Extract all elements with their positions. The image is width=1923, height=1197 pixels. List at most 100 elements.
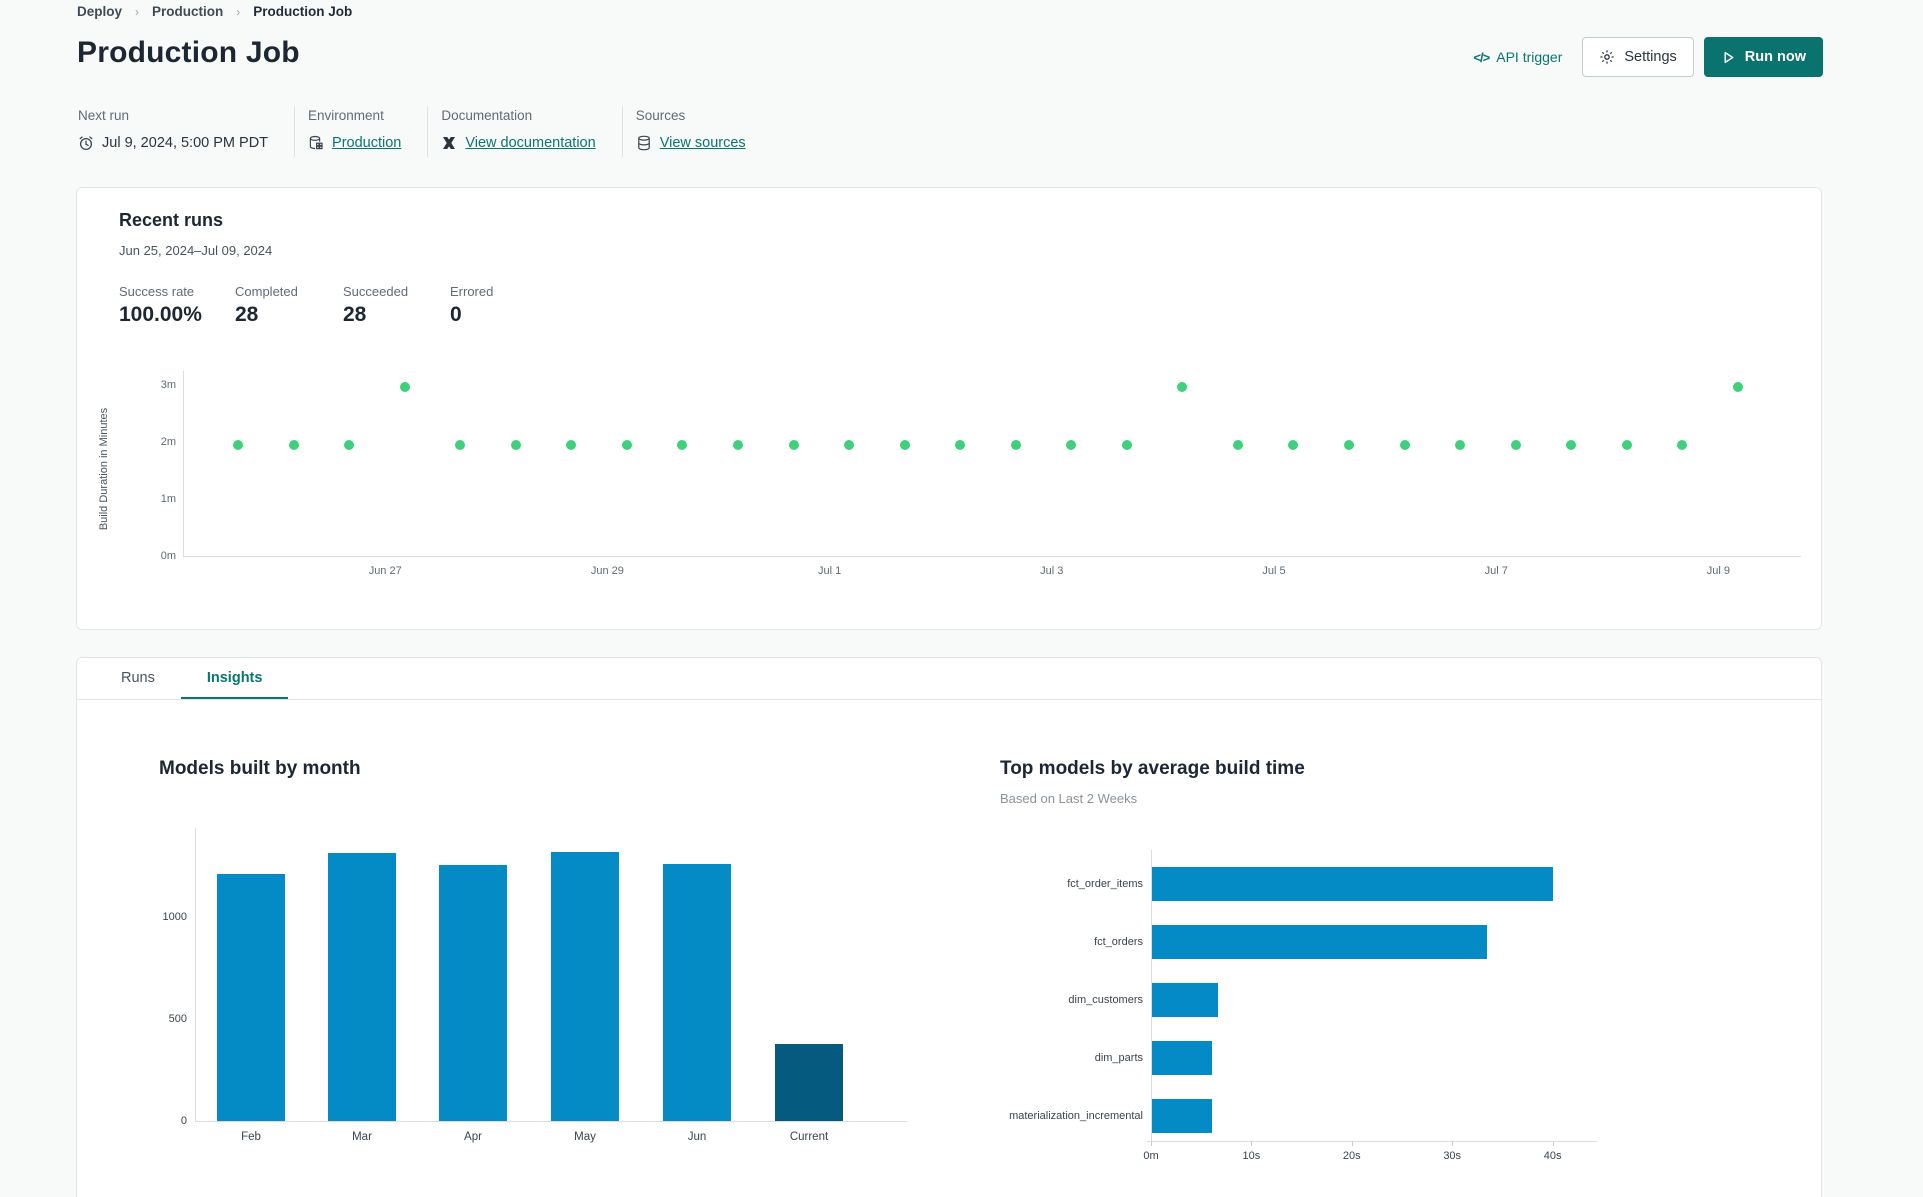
y-tick-label: 0m bbox=[160, 550, 176, 562]
info-environment: Environment Production bbox=[294, 106, 427, 157]
breadcrumb-item-production[interactable]: Production bbox=[152, 4, 223, 19]
build-duration-scatter-chart: Build Duration in Minutes 3m 2m 1m 0m Jun 27… bbox=[77, 371, 1821, 591]
tab-row: Runs Insights bbox=[77, 658, 1821, 700]
scatter-point bbox=[399, 381, 410, 392]
hbar-category-label: materialization_incremental bbox=[1009, 1110, 1143, 1122]
run-now-button[interactable]: Run now bbox=[1703, 37, 1823, 77]
run-now-label: Run now bbox=[1744, 49, 1806, 65]
scatter-point bbox=[1344, 440, 1354, 450]
x-tick-label: Jul 9 bbox=[1706, 565, 1731, 577]
breadcrumb-chevron-icon: › bbox=[236, 4, 241, 19]
database-icon bbox=[636, 135, 652, 151]
stat-label: Succeeded bbox=[343, 284, 409, 299]
info-documentation: Documentation View documentation bbox=[427, 106, 621, 157]
bar-current bbox=[775, 1044, 843, 1121]
scatter-point bbox=[1677, 440, 1688, 450]
x-axis-line bbox=[1147, 1141, 1597, 1142]
scatter-point bbox=[1566, 440, 1577, 450]
bar-dim_customers bbox=[1152, 983, 1219, 1017]
next-run-value: Jul 9, 2024, 5:00 PM PDT bbox=[102, 135, 269, 151]
x-tick-mark bbox=[1251, 1141, 1253, 1146]
x-axis-line bbox=[195, 1121, 907, 1122]
x-category-label: Feb bbox=[241, 1131, 261, 1143]
y-axis-line bbox=[195, 828, 196, 1121]
scatter-point bbox=[1455, 440, 1466, 450]
x-category-label: Mar bbox=[352, 1131, 372, 1143]
settings-button[interactable]: Settings bbox=[1582, 37, 1694, 77]
x-category-label: Jun bbox=[687, 1131, 707, 1143]
hbar-category-label: fct_orders bbox=[1094, 936, 1143, 948]
stat-label: Completed bbox=[235, 284, 298, 299]
bar-fct_orders bbox=[1152, 925, 1488, 959]
x-tick-label: Jul 1 bbox=[817, 565, 842, 577]
page: Deploy › Production › Production Job Product… bbox=[0, 0, 1923, 1197]
x-tick-label: 40s bbox=[1543, 1150, 1562, 1162]
x-tick-label: Jul 3 bbox=[1040, 565, 1064, 577]
x-tick-mark bbox=[1351, 1141, 1353, 1146]
scatter-point bbox=[510, 440, 521, 450]
y-tick-label: 3m bbox=[160, 379, 176, 392]
x-axis-line bbox=[183, 556, 1801, 557]
bar-materialization_incremental bbox=[1152, 1099, 1213, 1133]
job-info-row: Next run Jul 9, 2024, 5:00 PM PDT Enviro… bbox=[78, 106, 772, 157]
scatter-point bbox=[732, 440, 743, 450]
y-tick-label: 1000 bbox=[162, 910, 187, 923]
info-sources: Sources View sources bbox=[621, 106, 772, 157]
api-trigger-label: API trigger bbox=[1496, 49, 1563, 65]
page-title: Production Job bbox=[77, 36, 300, 69]
breadcrumb-chevron-icon: › bbox=[135, 4, 140, 19]
models-built-chart-title: Models built by month bbox=[159, 758, 361, 779]
bar-feb bbox=[217, 873, 285, 1121]
tab-insights[interactable]: Insights bbox=[180, 658, 289, 699]
tab-runs[interactable]: Runs bbox=[95, 658, 181, 699]
x-tick-label: Jun 29 bbox=[590, 565, 624, 577]
gear-icon bbox=[1599, 49, 1615, 65]
stat-value: 28 bbox=[235, 303, 259, 326]
y-tick-label: 500 bbox=[168, 1012, 187, 1025]
stat-completed: Completed 28 bbox=[235, 284, 343, 327]
recent-runs-title: Recent runs bbox=[119, 210, 224, 230]
view-sources-link[interactable]: View sources bbox=[660, 135, 746, 151]
view-documentation-link[interactable]: View documentation bbox=[465, 135, 595, 151]
y-tick-label: 1m bbox=[160, 493, 176, 506]
scatter-point bbox=[1177, 381, 1188, 392]
top-models-chart-title: Top models by average build time bbox=[1000, 758, 1305, 779]
docs-icon bbox=[441, 135, 457, 151]
info-label: Documentation bbox=[441, 108, 533, 123]
stat-value: 100.00% bbox=[119, 303, 202, 326]
breadcrumb: Deploy › Production › Production Job bbox=[77, 4, 352, 19]
scatter-point bbox=[1232, 440, 1243, 450]
scatter-point bbox=[1010, 440, 1021, 450]
x-tick-label: 20s bbox=[1342, 1150, 1361, 1162]
x-category-label: May bbox=[574, 1131, 596, 1143]
stat-label: Success rate bbox=[119, 284, 195, 299]
x-category-label: Current bbox=[789, 1131, 829, 1143]
stat-succeeded: Succeeded 28 bbox=[343, 284, 450, 327]
x-tick-label: 10s bbox=[1242, 1150, 1261, 1162]
scatter-point bbox=[788, 440, 799, 450]
scatter-point bbox=[955, 440, 966, 450]
y-axis-line bbox=[183, 371, 184, 556]
scatter-point bbox=[1399, 440, 1410, 450]
recent-runs-card: Recent runs Jun 25, 2024–Jul 09, 2024 Su… bbox=[76, 187, 1822, 630]
scatter-point bbox=[455, 440, 466, 450]
scatter-point bbox=[288, 440, 299, 450]
breadcrumb-item-deploy[interactable]: Deploy bbox=[77, 4, 122, 19]
recent-runs-stats: Success rate 100.00% Completed 28 Succeeded 2… bbox=[119, 284, 530, 327]
stat-errored: Errored 0 bbox=[450, 284, 530, 327]
x-tick-label: Jun 27 bbox=[368, 565, 402, 577]
scatter-point bbox=[233, 440, 243, 450]
x-tick-mark bbox=[1151, 1141, 1152, 1146]
scatter-point bbox=[566, 440, 577, 450]
top-models-chart-subtitle: Based on Last 2 Weeks bbox=[1000, 791, 1138, 806]
info-label: Next run bbox=[78, 108, 130, 123]
clock-icon bbox=[78, 135, 94, 151]
x-tick-label: Jul 7 bbox=[1484, 565, 1508, 577]
scatter-point bbox=[1732, 381, 1743, 392]
environment-link[interactable]: Production bbox=[332, 135, 401, 151]
x-tick-mark bbox=[1452, 1141, 1454, 1146]
api-trigger-link[interactable]: </> API trigger bbox=[1473, 49, 1562, 65]
x-tick-label: 0m bbox=[1143, 1150, 1159, 1162]
hbar-category-label: fct_order_items bbox=[1067, 878, 1143, 890]
scatter-point bbox=[844, 440, 855, 450]
